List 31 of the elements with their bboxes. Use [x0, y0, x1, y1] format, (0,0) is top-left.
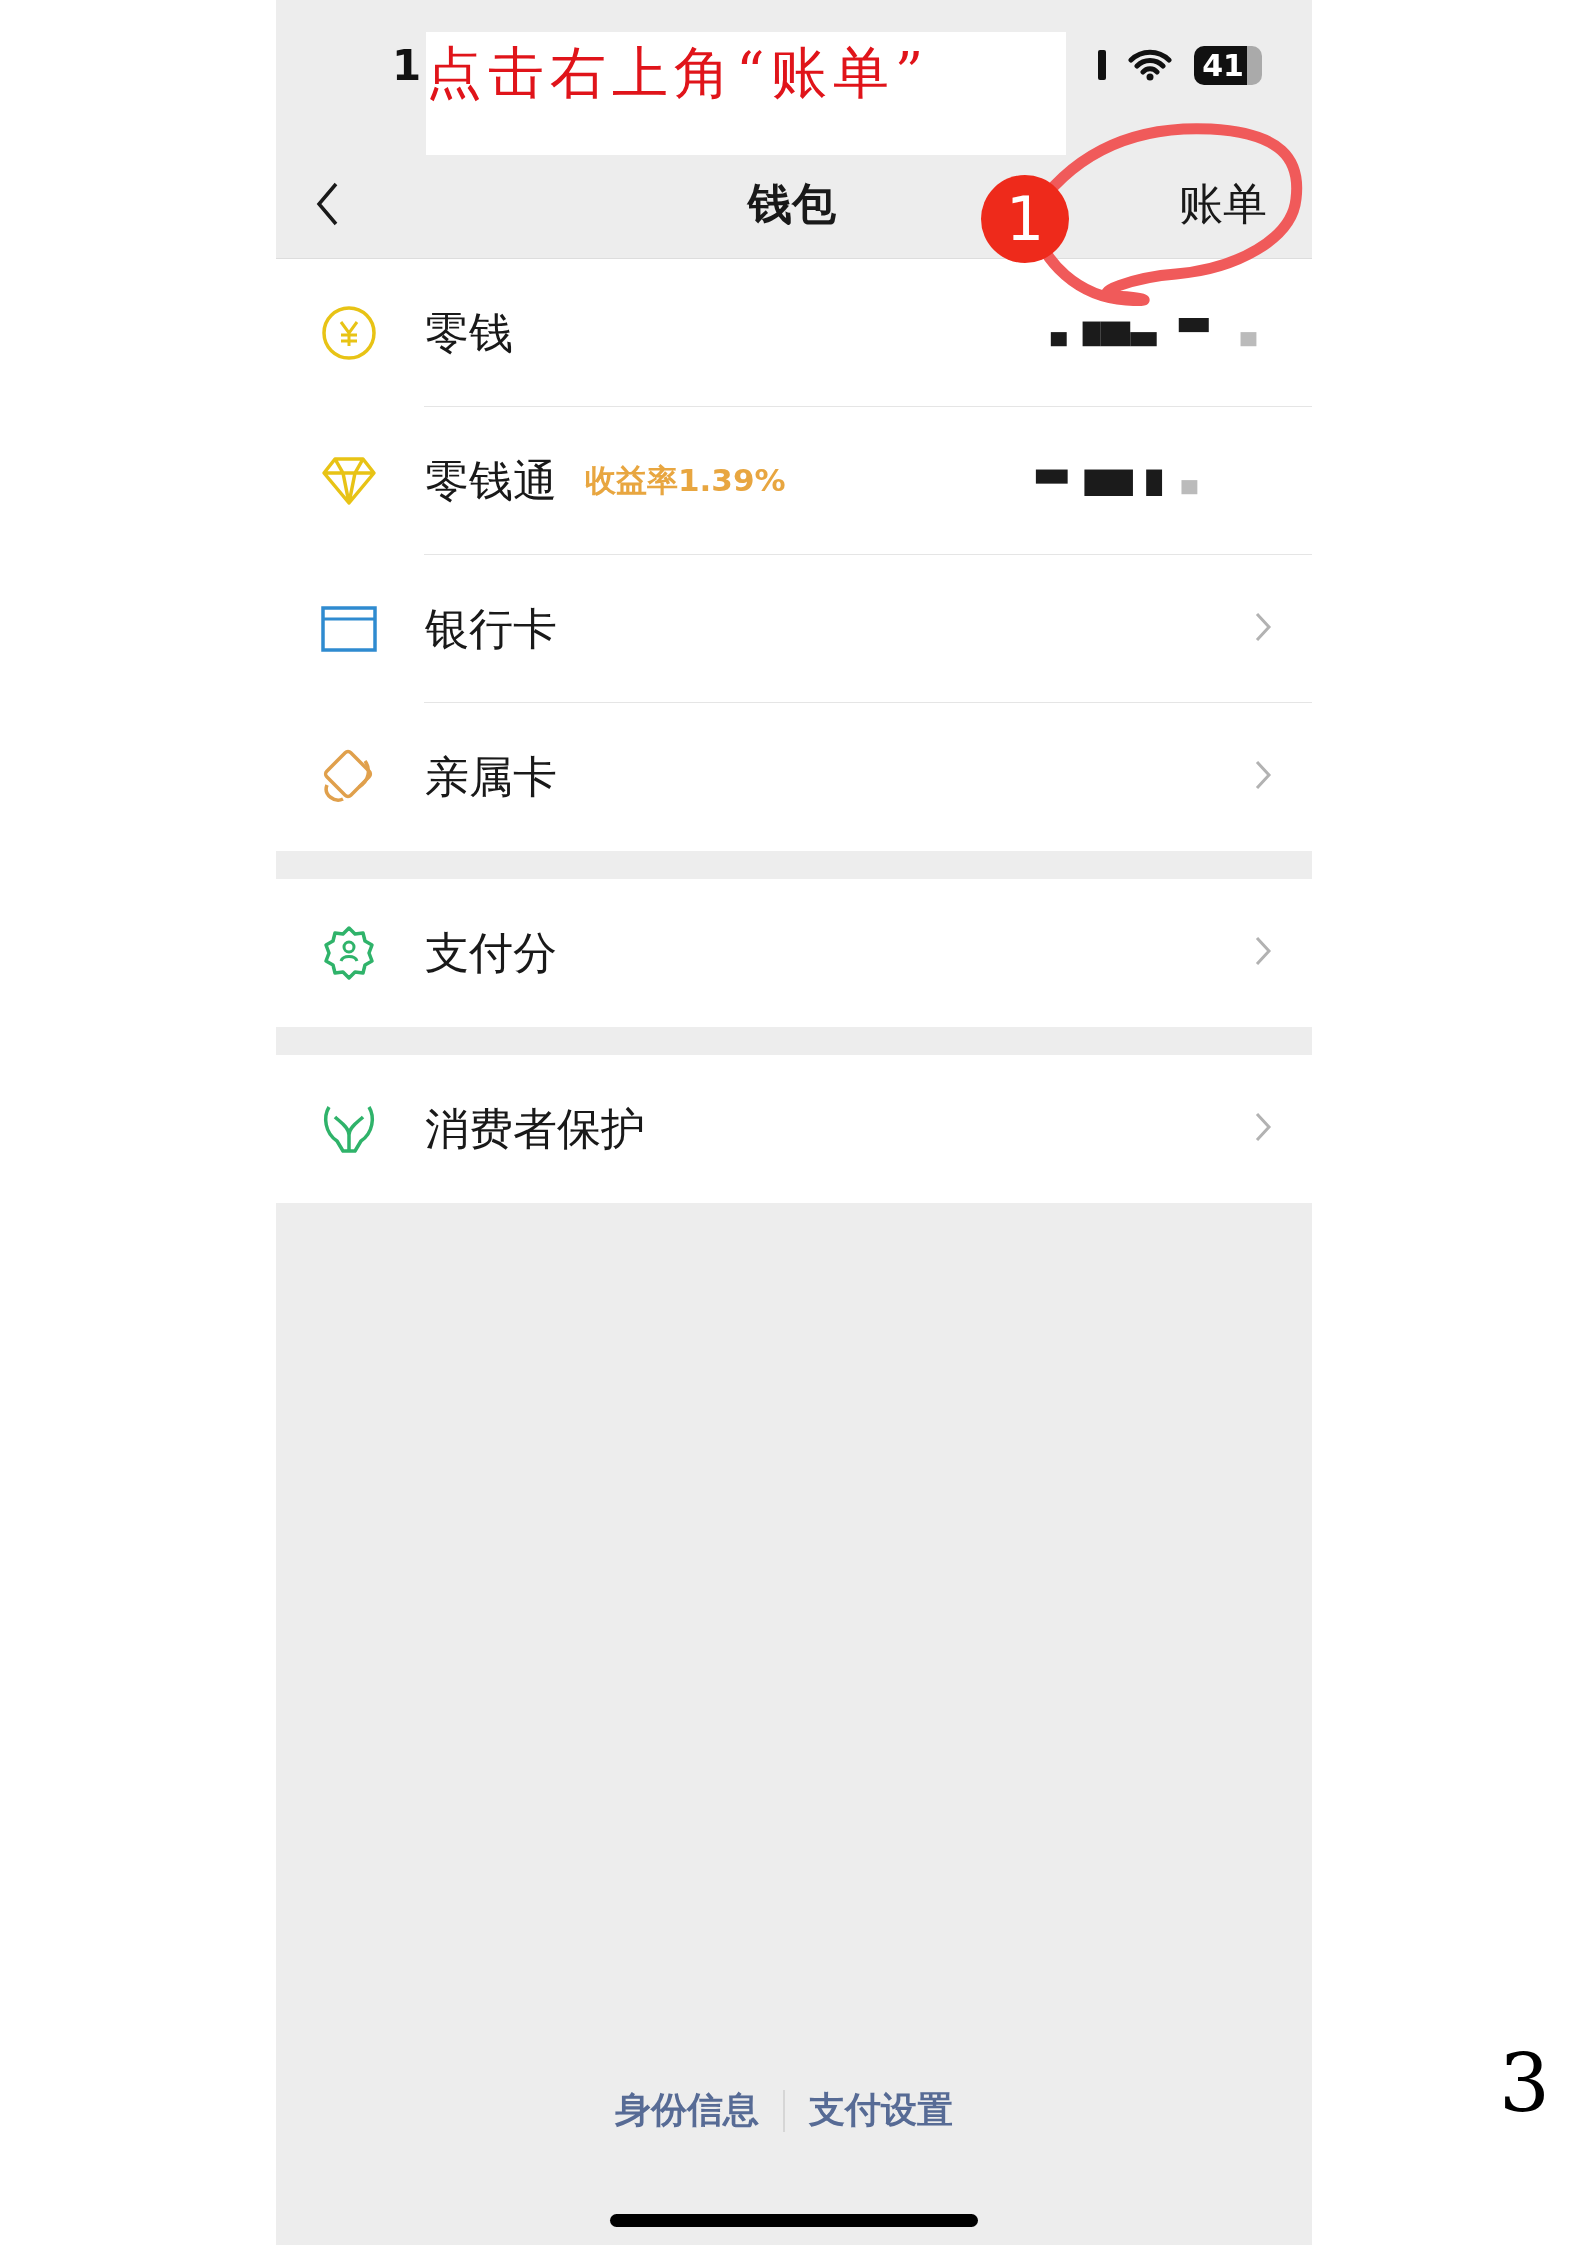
step-badge: 1 [981, 175, 1069, 263]
status-time: 1 [392, 40, 422, 90]
diamond-icon [321, 456, 377, 506]
page-title: 钱包 [747, 176, 836, 231]
chevron-right-icon [1254, 759, 1272, 791]
yield-tag: 收益率1.39% [585, 460, 786, 502]
chevron-right-icon [1254, 935, 1272, 967]
row-label: 支付分 [425, 925, 557, 980]
menu-row[interactable]: 支付分 [276, 879, 1312, 1027]
row-label: 零钱 [425, 305, 513, 360]
badge-person-icon [321, 925, 377, 981]
card-icon [321, 606, 377, 652]
bills-button[interactable]: 账单 [1179, 174, 1267, 234]
yen-coin-icon [321, 305, 377, 361]
signal-icon [1098, 50, 1107, 80]
menu-row[interactable]: 零钱通 收益率1.39% [276, 407, 1312, 555]
menu-row[interactable]: 银行卡 [276, 555, 1312, 703]
footer-link[interactable]: 支付设置 [809, 2086, 953, 2135]
menu-row[interactable]: 亲属卡 [276, 703, 1312, 851]
page-number: 3 [1499, 2037, 1550, 2130]
row-label: 银行卡 [425, 601, 557, 656]
annotation-text: 点击右上角“账单” [426, 39, 930, 107]
battery-indicator: 41 [1194, 45, 1262, 85]
menu-row[interactable]: 消费者保护 [276, 1055, 1312, 1203]
footer-link[interactable]: 身份信息 [615, 2086, 759, 2135]
row-label: 亲属卡 [425, 749, 557, 804]
row-label: 零钱通 [425, 453, 557, 508]
row-label: 消费者保护 [425, 1101, 645, 1156]
chevron-right-icon [1254, 1111, 1272, 1143]
wifi-icon [1128, 49, 1173, 81]
chevron-right-icon [1254, 611, 1272, 643]
